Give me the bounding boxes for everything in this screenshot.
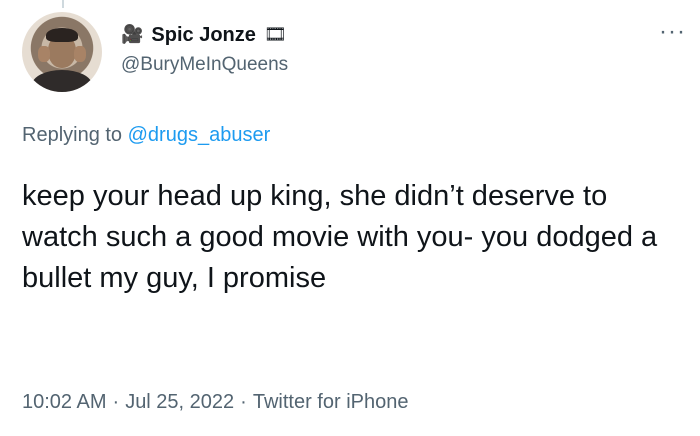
thread-connector-line (62, 0, 64, 8)
avatar-hand-right (74, 46, 86, 62)
meta-separator: · (240, 391, 247, 413)
author-handle[interactable]: @BuryMeInQueens (121, 54, 288, 76)
avatar[interactable] (22, 12, 102, 92)
tweet-time-link[interactable]: 10:02 AM (22, 391, 107, 414)
avatar-shirt (32, 70, 92, 92)
tweet-source-link[interactable]: Twitter for iPhone (253, 391, 409, 414)
replying-to-line: Replying to @drugs_abuser (22, 124, 270, 147)
author-name-row[interactable]: 🎥 Spic Jonze 🎞 (121, 20, 288, 50)
avatar-hand-left (38, 46, 50, 62)
more-options-icon[interactable]: ··· (659, 20, 686, 44)
author-display-name[interactable]: Spic Jonze (151, 24, 255, 47)
movie-camera-icon: 🎥 (121, 24, 144, 45)
tweet-meta: 10:02 AM · Jul 25, 2022 · Twitter for iP… (22, 391, 408, 414)
replying-to-mention-link[interactable]: @drugs_abuser (128, 124, 271, 146)
replying-to-label: Replying to (22, 124, 123, 146)
tweet-text: keep your head up king, she didn’t deser… (22, 180, 658, 294)
avatar-hair (46, 28, 78, 42)
meta-separator: · (112, 391, 120, 413)
author-info: 🎥 Spic Jonze 🎞 @BuryMeInQueens (121, 20, 288, 76)
tweet-date-link[interactable]: Jul 25, 2022 (125, 391, 234, 414)
film-frames-icon: 🎞 (263, 24, 287, 45)
